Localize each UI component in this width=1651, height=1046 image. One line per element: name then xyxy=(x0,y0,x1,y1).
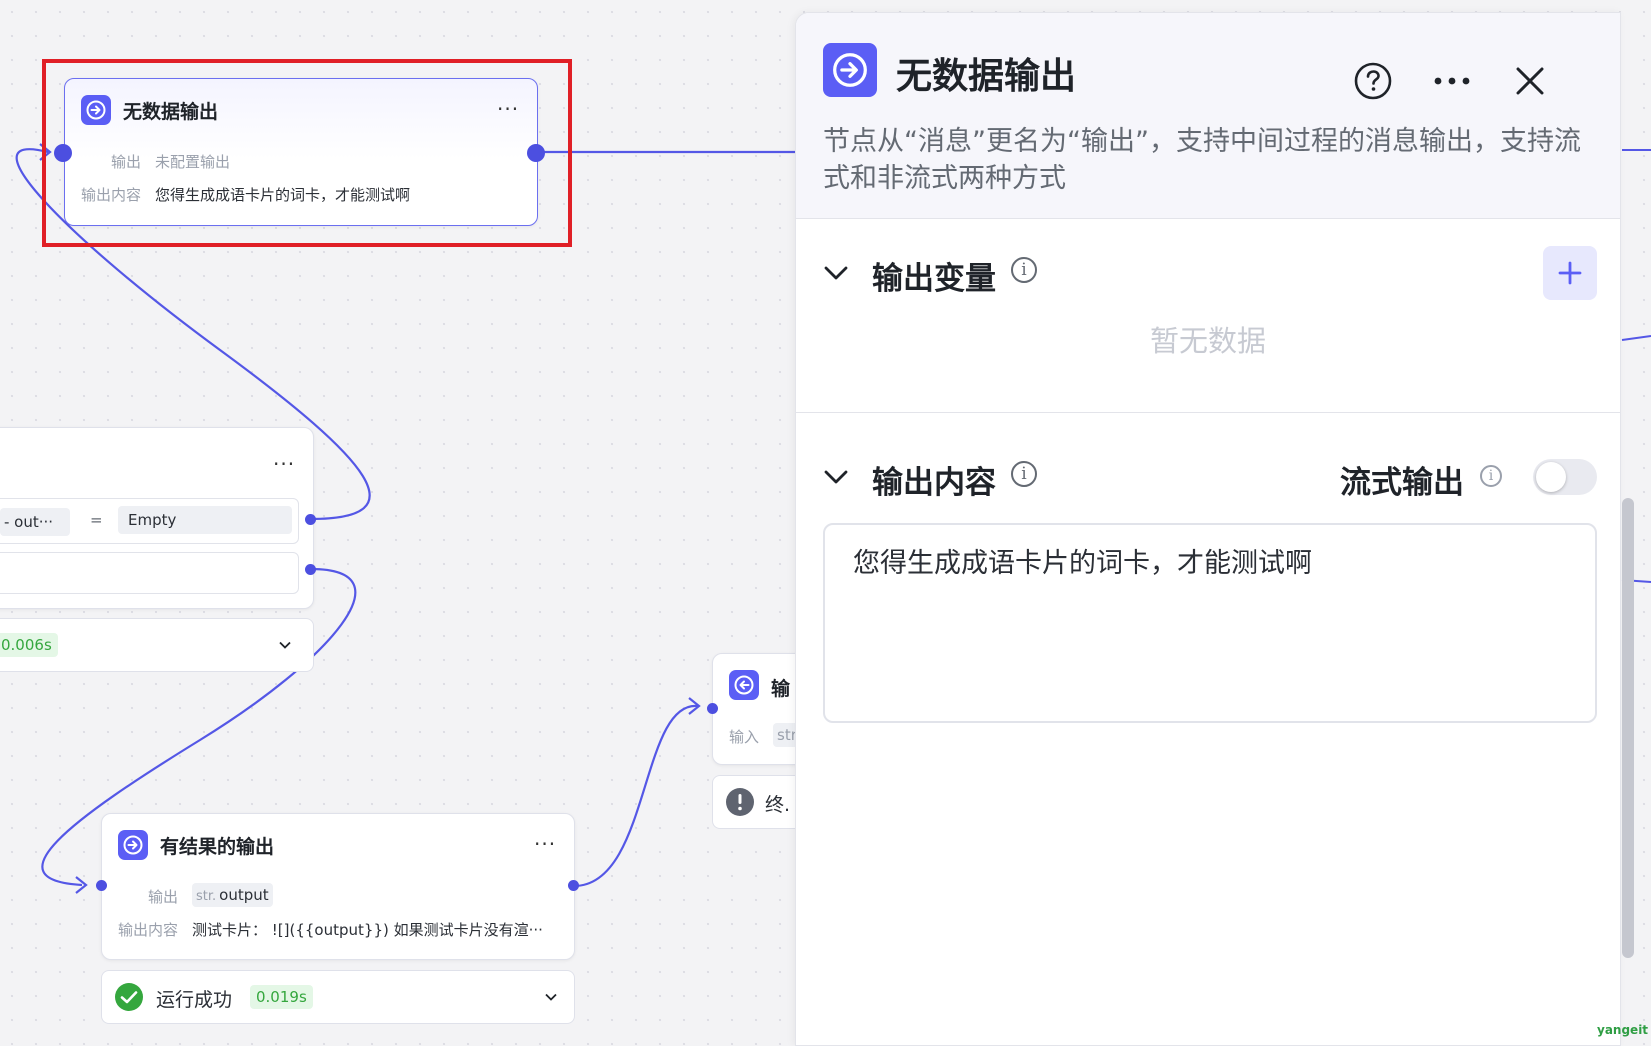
edge-result-to-end xyxy=(573,704,699,888)
node-result-output[interactable]: 有结果的输出 ··· 输出 str. output 输出内容 测试卡片： ![](… xyxy=(101,813,575,960)
panel-scrollbar[interactable] xyxy=(1622,498,1634,958)
toggle-knob xyxy=(1536,462,1566,492)
output-content-editor[interactable]: 您得生成成语卡片的词卡，才能测试啊 xyxy=(823,523,1597,723)
input-handle[interactable] xyxy=(707,703,718,714)
result-status[interactable]: 运行成功 0.019s xyxy=(101,970,575,1024)
content-value: 测试卡片： ![]({{output}}) 如果测试卡片没有渲··· xyxy=(192,921,543,939)
panel-description: 节点从“消息”更名为“输出”，支持中间过程的消息输出，支持流式和非流式两种方式 xyxy=(823,126,1581,194)
output-var: output xyxy=(219,886,269,904)
check-circle-icon xyxy=(115,983,143,1011)
close-icon[interactable] xyxy=(1515,66,1545,96)
type-prefix: str. xyxy=(196,889,217,904)
chevron-down-icon[interactable] xyxy=(545,991,557,1003)
more-icon[interactable]: ··· xyxy=(273,454,295,474)
input-label: 输入 xyxy=(729,728,760,746)
more-icon[interactable]: ··· xyxy=(534,834,556,854)
condition-row[interactable]: - out··· = Empty xyxy=(0,498,299,544)
stream-output-label: 流式输出 xyxy=(1340,465,1464,501)
compare-value[interactable]: Empty xyxy=(118,506,292,534)
condition-else-handle[interactable] xyxy=(305,564,316,575)
status-text: 运行成功 xyxy=(156,989,233,1011)
input-node-icon xyxy=(729,670,759,700)
status-text: 终. xyxy=(765,794,791,816)
empty-placeholder: 暂无数据 xyxy=(1149,324,1266,358)
operator: = xyxy=(90,511,103,529)
status-time: 0.019s xyxy=(250,985,313,1009)
section-title-output-vars: 输出变量 xyxy=(872,261,996,297)
panel-title[interactable]: 无数据输出 xyxy=(896,47,1076,99)
panel-header: 无数据输出 节点从“消息”更名为“输出”，支持中间过程的消息输出，支持流式和非流… xyxy=(796,13,1620,219)
output-label: 输出 xyxy=(148,888,179,906)
node-title: 输 xyxy=(771,678,791,700)
divider xyxy=(796,412,1620,413)
info-icon[interactable]: i xyxy=(1011,257,1037,283)
highlight-box xyxy=(42,59,572,247)
warning-icon xyxy=(726,788,754,816)
input-handle[interactable] xyxy=(96,880,107,891)
output-chip: str. output xyxy=(192,883,273,907)
status-time: 0.006s xyxy=(0,633,58,657)
output-handle[interactable] xyxy=(568,880,579,891)
section-title-output-content: 输出内容 xyxy=(872,465,996,501)
add-variable-button[interactable] xyxy=(1543,246,1597,300)
output-node-icon xyxy=(118,830,148,860)
more-icon[interactable] xyxy=(1432,75,1472,87)
help-icon[interactable] xyxy=(1353,61,1393,101)
chevron-down-icon[interactable] xyxy=(824,265,848,281)
info-icon[interactable]: i xyxy=(1011,461,1037,487)
plus-icon xyxy=(1558,261,1582,285)
arrow-end xyxy=(688,697,701,715)
condition-status[interactable]: 0.006s xyxy=(0,618,314,672)
info-icon[interactable]: i xyxy=(1480,465,1502,487)
stream-output-toggle[interactable] xyxy=(1533,459,1597,495)
chevron-down-icon[interactable] xyxy=(824,469,848,485)
node-config-panel: 无数据输出 节点从“消息”更名为“输出”，支持中间过程的消息输出，支持流式和非流… xyxy=(795,12,1621,1046)
else-row[interactable] xyxy=(0,552,299,594)
content-label: 输出内容 xyxy=(118,921,179,939)
chevron-down-icon[interactable] xyxy=(279,639,291,651)
output-node-icon xyxy=(823,43,877,97)
node-condition[interactable]: ··· - out··· = Empty xyxy=(0,427,314,609)
node-title: 有结果的输出 xyxy=(160,836,275,858)
watermark: yangeit xyxy=(1597,1023,1649,1037)
variable-chip[interactable]: - out··· xyxy=(0,508,70,536)
condition-if-handle[interactable] xyxy=(305,514,316,525)
arrow-result xyxy=(75,876,88,894)
